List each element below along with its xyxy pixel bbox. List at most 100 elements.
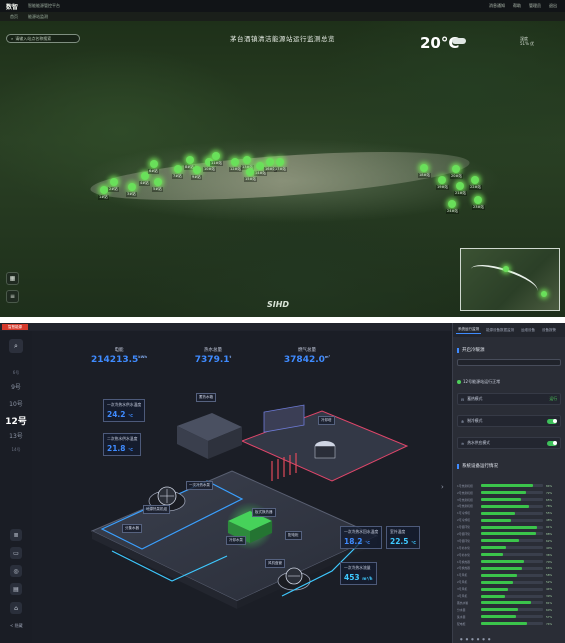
station-marker[interactable] (174, 165, 182, 173)
equipment-bar-value: 60% (546, 607, 553, 612)
building-icon[interactable]: ⌂ (10, 602, 22, 614)
station-label: 20#站 (450, 174, 463, 179)
station-marker[interactable] (150, 160, 158, 168)
floor-item-top[interactable]: 6号 (0, 370, 32, 376)
station-marker[interactable] (256, 162, 264, 170)
readout-label: 一次冷热水供水温度 (107, 402, 142, 407)
layers-icon[interactable]: ▦ (6, 272, 19, 285)
readout-value: 453 m³/h (344, 573, 373, 582)
logout-link[interactable]: 退出 (549, 3, 557, 9)
equipment-tag[interactable]: 板式换热器 (252, 508, 276, 517)
equipment-tag[interactable]: 分集水器 (122, 524, 142, 533)
notifications-link[interactable]: 消息通知 (489, 3, 505, 9)
station-marker[interactable] (471, 176, 479, 184)
station-marker[interactable] (438, 176, 446, 184)
equipment-tag[interactable]: 冷却水泵 (226, 536, 246, 545)
calendar-icon[interactable]: ▤ (10, 583, 22, 595)
floor-item[interactable]: 13号 (0, 431, 32, 440)
location-icon[interactable]: ◎ (10, 565, 22, 577)
station-marker[interactable] (212, 152, 220, 160)
equipment-bar-fill (481, 511, 516, 515)
cooling-toggle[interactable] (547, 418, 557, 424)
station-marker[interactable] (448, 200, 456, 208)
search-icon[interactable]: ⌕ (9, 339, 23, 353)
equipment-tag[interactable]: 冷却塔 (318, 416, 335, 425)
floor-item[interactable]: 9号 (0, 382, 32, 391)
equipment-bar-fill (481, 601, 532, 605)
tab-maintenance[interactable]: 运维设备 (519, 327, 537, 334)
tab-alarms[interactable]: 设备报警 (540, 327, 558, 334)
equipment-bar-row: 1号循环泵 91% (457, 524, 563, 530)
tab-device-data[interactable]: 能源设备数据监测 (484, 327, 516, 334)
station-marker[interactable] (420, 164, 428, 172)
equipment-tag[interactable]: 一次冷热水泵 (186, 481, 213, 490)
floor-item[interactable]: 14号 (0, 447, 32, 453)
floor-item-active[interactable]: 12号 (0, 414, 32, 427)
equipment-bar-row: 1号风机 58% (457, 573, 563, 579)
station-3d-scene[interactable] (32, 331, 452, 643)
equipment-bar-row: 配电柜 74% (457, 621, 563, 627)
mode-select[interactable] (457, 359, 561, 366)
station-marker[interactable] (246, 168, 254, 176)
monitor-icon[interactable]: ▭ (10, 547, 22, 559)
equipment-bar-label: 分水器 (457, 607, 466, 612)
equipment-bar-track (481, 608, 543, 612)
equipment-bar-row: 3号热泵机组 65% (457, 497, 563, 503)
equipment-bar-fill (481, 553, 504, 557)
tab-station-monitor[interactable]: 能源站监测 (28, 14, 48, 20)
equipment-bar-track (481, 539, 543, 543)
equipment-bar-row: 2号风机 52% (457, 579, 563, 585)
equipment-bar-label: 1号冷却塔 (457, 511, 470, 516)
equipment-bar-fill (481, 587, 509, 591)
list-icon[interactable]: ≡ (6, 290, 19, 303)
equipment-bar-row: 蓄热水箱 81% (457, 600, 563, 606)
control-row: ✻ 制冷模式 (457, 415, 561, 427)
map-title: 茅台酒镇清洁能源站运行监测总览 (230, 35, 335, 43)
equipment-tag[interactable]: 配电柜 (285, 531, 302, 540)
station-marker[interactable] (452, 165, 460, 173)
station-marker[interactable] (474, 196, 482, 204)
station-marker[interactable] (110, 178, 118, 186)
overview-minimap[interactable] (460, 248, 560, 311)
hot-water-toggle[interactable] (547, 440, 557, 446)
station-marker[interactable] (456, 182, 464, 190)
station-label: 6#站 (148, 169, 159, 174)
readout-return-temp: 一次冷热水回水温度 18.2 ℃ (340, 526, 383, 549)
station-marker[interactable] (100, 186, 108, 194)
station-marker[interactable] (154, 178, 162, 186)
pager-dots[interactable]: ● ● ● ● ● ● (460, 637, 491, 641)
equipment-bar-track (481, 518, 543, 522)
status-text: 12号能源站运行正常 (463, 379, 501, 384)
station-marker[interactable] (186, 156, 194, 164)
equipment-bar-fill (481, 484, 534, 488)
equipment-tag[interactable]: 风机盘管 (265, 559, 285, 568)
collapse-toggle[interactable]: < 隐藏 (10, 623, 23, 629)
station-label: 17#站 (274, 167, 287, 172)
chevron-right-icon[interactable]: › (441, 483, 444, 491)
floor-item[interactable]: 10号 (0, 399, 32, 408)
station-marker[interactable] (266, 158, 274, 166)
equipment-bar-track (481, 498, 543, 502)
station-marker[interactable] (276, 158, 284, 166)
readout-label: 一次冷热水回水温度 (344, 529, 379, 534)
station-marker[interactable] (243, 156, 251, 164)
equipment-bar-track (481, 532, 543, 536)
station-marker[interactable] (193, 166, 201, 174)
station-marker[interactable] (231, 158, 239, 166)
list-icon[interactable]: ≣ (10, 529, 22, 541)
right-tabs: 系统运行监测 能源设备数据监测 运维设备 设备报警 (453, 323, 565, 337)
equipment-bar-value: 84% (546, 483, 553, 488)
tab-home[interactable]: 首页 (10, 14, 18, 20)
user-menu[interactable]: 管理员 (529, 3, 541, 9)
equipment-tag[interactable]: 地源热泵机组 (143, 505, 170, 514)
station-marker[interactable] (128, 183, 136, 191)
equipment-bar-label: 2号循环泵 (457, 531, 470, 536)
station-label: 3#站 (126, 192, 137, 197)
equipment-bar-fill (481, 504, 530, 508)
equipment-tag[interactable]: 蓄热水箱 (196, 393, 216, 402)
tab-system-monitor[interactable]: 系统运行监测 (456, 326, 481, 334)
help-link[interactable]: 帮助 (513, 3, 521, 9)
equipment-bar-fill (481, 491, 526, 495)
equipment-bar-track (481, 511, 543, 515)
readout-secondary-temp: 二次热水供水温度 21.8 ℃ (103, 433, 142, 456)
